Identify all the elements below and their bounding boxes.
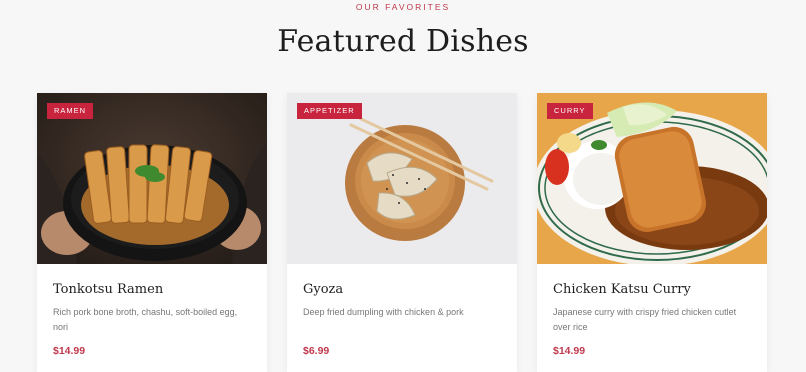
dish-price: $6.99 <box>303 345 330 357</box>
dish-price: $14.99 <box>553 345 586 357</box>
dish-card-chicken-katsu-curry[interactable]: CURRY Chicken Katsu Curry Japanese curry… <box>537 93 767 372</box>
category-badge: APPETIZER <box>297 103 362 119</box>
dish-card-tonkotsu-ramen[interactable]: RAMEN Tonkotsu Ramen Rich pork bone brot… <box>37 93 267 372</box>
dish-description: Deep fried dumpling with chicken & pork <box>303 307 464 317</box>
ramen-photo: RAMEN <box>37 93 267 264</box>
dish-price: $14.99 <box>53 345 86 357</box>
dish-description: Rich pork bone broth, chashu, soft-boile… <box>53 307 238 332</box>
dish-title[interactable]: Gyoza <box>303 282 501 297</box>
dish-title[interactable]: Chicken Katsu Curry <box>553 282 751 297</box>
category-badge: CURRY <box>547 103 593 119</box>
dish-card-gyoza[interactable]: APPETIZER Gyoza Deep fried dumpling with… <box>287 93 517 372</box>
gyoza-photo: APPETIZER <box>287 93 517 264</box>
dish-title[interactable]: Tonkotsu Ramen <box>53 282 251 297</box>
category-badge: RAMEN <box>47 103 94 119</box>
dish-description: Japanese curry with crispy fried chicken… <box>553 307 737 332</box>
section-eyebrow: OUR FAVORITES <box>355 2 451 12</box>
katsu-curry-photo: CURRY <box>537 93 767 264</box>
section-title: Featured Dishes <box>277 24 529 59</box>
